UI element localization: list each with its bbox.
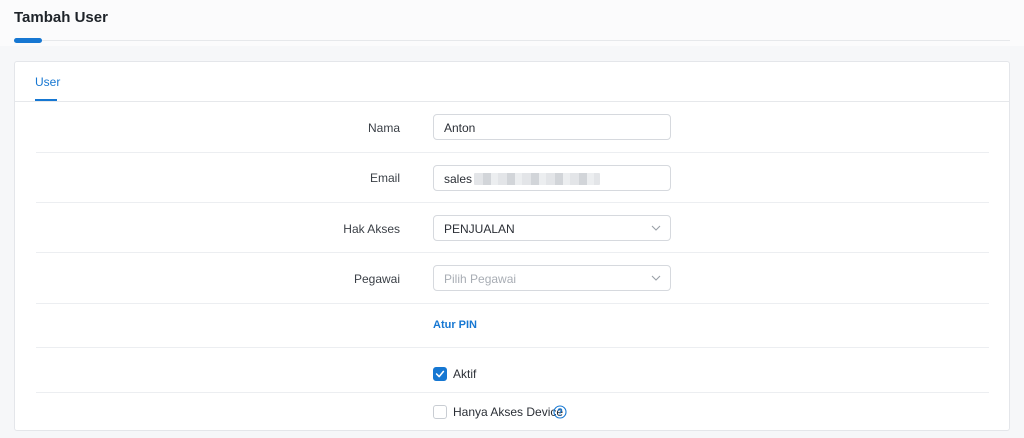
- form-row-email: Email sales: [36, 153, 989, 203]
- question-circle-icon[interactable]: [553, 405, 567, 419]
- hak-akses-select[interactable]: PENJUALAN: [433, 215, 671, 241]
- hak-akses-label: Hak Akses: [343, 222, 400, 236]
- email-value: sales: [444, 172, 473, 186]
- email-label: Email: [369, 171, 400, 185]
- page-header: Tambah User: [0, 0, 1024, 46]
- header-divider: [14, 40, 1010, 41]
- atur-pin-link[interactable]: Atur PIN: [433, 319, 477, 331]
- form-row-hak-akses: Hak Akses PENJUALAN: [36, 203, 989, 253]
- page-title: Tambah User: [14, 9, 108, 26]
- tab-active-indicator: [35, 99, 57, 101]
- redacted-email-blur: [474, 173, 601, 185]
- form-card: User Nama Anton Email sales Hak Akses PE…: [14, 61, 1010, 431]
- tab-bar: User: [15, 62, 1009, 102]
- pegawai-placeholder: Pilih Pegawai: [444, 272, 517, 286]
- form-row-aktif: Aktif: [36, 348, 989, 393]
- form-row-atur-pin: Atur PIN: [36, 304, 989, 348]
- pegawai-select[interactable]: Pilih Pegawai: [433, 265, 671, 291]
- form-row-nama: Nama Anton: [36, 102, 989, 153]
- nama-value: Anton: [444, 121, 476, 135]
- nama-input[interactable]: Anton: [433, 114, 671, 140]
- title-accent-bar: [14, 38, 42, 43]
- aktif-label: Aktif: [453, 367, 477, 381]
- hanya-akses-device-label: Hanya Akses Device: [453, 405, 564, 419]
- checkmark-icon: [435, 370, 445, 378]
- form-row-pegawai: Pegawai Pilih Pegawai: [36, 253, 989, 304]
- tab-user[interactable]: User: [35, 62, 60, 102]
- nama-label: Nama: [367, 121, 400, 135]
- chevron-down-icon: [651, 225, 661, 231]
- chevron-down-icon: [651, 275, 661, 281]
- aktif-checkbox[interactable]: [433, 367, 447, 381]
- form-row-hanya-akses-device: Hanya Akses Device: [36, 393, 989, 431]
- pegawai-label: Pegawai: [353, 272, 400, 286]
- hanya-akses-device-checkbox[interactable]: [433, 405, 447, 419]
- hak-akses-value: PENJUALAN: [444, 222, 515, 236]
- email-input[interactable]: sales: [433, 165, 671, 191]
